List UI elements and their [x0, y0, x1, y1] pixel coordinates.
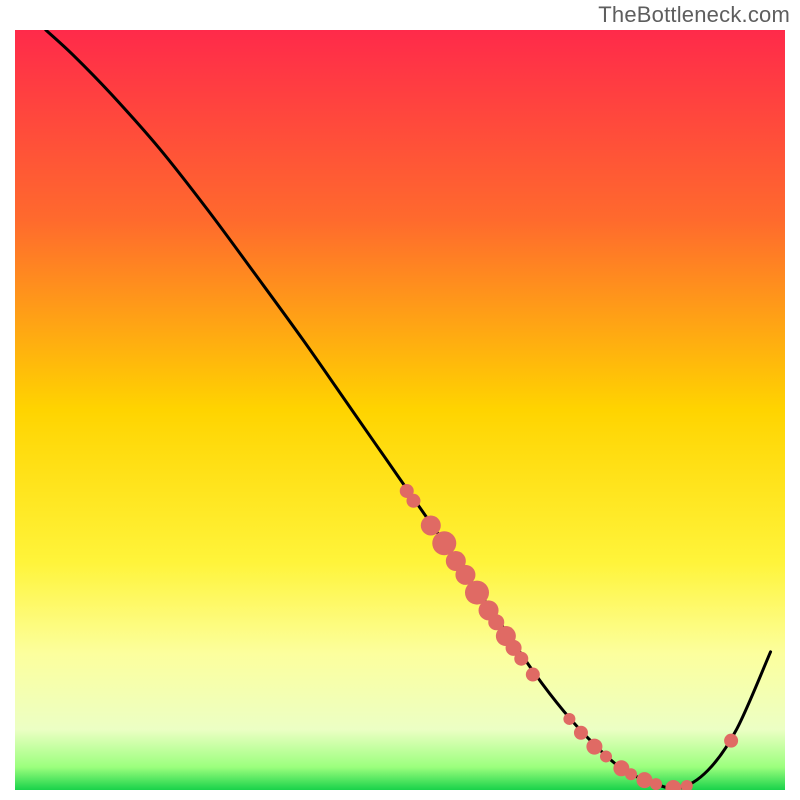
highlight-point [574, 726, 588, 740]
highlight-point [406, 494, 420, 508]
highlight-point [563, 713, 575, 725]
highlight-point [681, 780, 693, 792]
highlight-point [526, 668, 540, 682]
highlight-point [665, 780, 681, 796]
highlight-point [421, 515, 441, 535]
highlight-point [650, 778, 662, 790]
chart-stage: TheBottleneck.com [0, 0, 800, 800]
highlight-point [636, 772, 652, 788]
highlight-point [625, 768, 637, 780]
highlight-point [514, 652, 528, 666]
bottleneck-chart [0, 0, 800, 800]
highlight-point [724, 734, 738, 748]
highlight-point [600, 750, 612, 762]
highlight-point [586, 739, 602, 755]
plot-background [15, 30, 785, 790]
